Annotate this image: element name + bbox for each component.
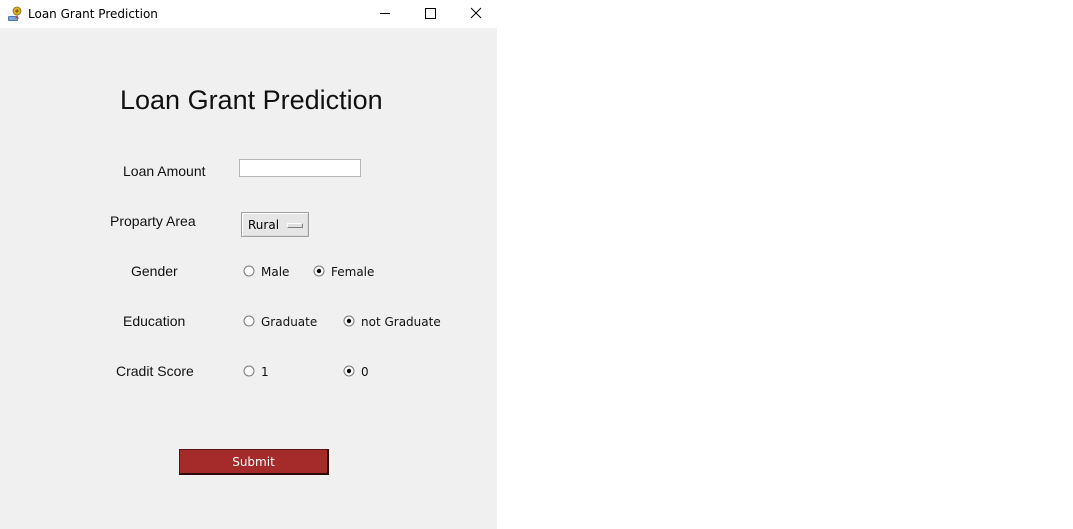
- maximize-button[interactable]: [408, 0, 454, 28]
- app-icon: [6, 5, 24, 23]
- loan-amount-input[interactable]: [239, 159, 361, 177]
- education-radio-graduate[interactable]: [243, 315, 255, 327]
- credit-score-option-0-label[interactable]: 0: [361, 365, 369, 379]
- education-option-graduate-label[interactable]: Graduate: [261, 315, 317, 329]
- gender-radio-female[interactable]: [313, 265, 325, 277]
- credit-score-label: Cradit Score: [116, 363, 194, 379]
- gender-option-female-label[interactable]: Female: [331, 265, 374, 279]
- credit-score-radio-0[interactable]: [343, 365, 355, 377]
- credit-score-radio-1[interactable]: [243, 365, 255, 377]
- maximize-icon: [425, 8, 436, 19]
- credit-score-option-1-label[interactable]: 1: [261, 365, 269, 379]
- minimize-button[interactable]: [362, 0, 408, 28]
- gender-radio-male[interactable]: [243, 265, 255, 277]
- property-area-selected: Rural: [248, 218, 280, 232]
- app-window: Loan Grant Prediction Loan Grant Predict…: [0, 0, 497, 529]
- window-title: Loan Grant Prediction: [28, 7, 158, 21]
- education-option-not-graduate-label[interactable]: not Graduate: [361, 315, 441, 329]
- property-area-dropdown[interactable]: Rural: [241, 212, 309, 237]
- close-button[interactable]: [453, 0, 499, 28]
- education-label: Education: [123, 313, 186, 329]
- property-area-label: Proparty Area: [110, 213, 196, 229]
- page-title: Loan Grant Prediction: [120, 85, 383, 115]
- close-icon: [470, 7, 482, 19]
- education-radio-not-graduate[interactable]: [343, 315, 355, 327]
- dropdown-indicator-icon: [287, 223, 303, 228]
- gender-option-male-label[interactable]: Male: [261, 265, 289, 279]
- title-bar[interactable]: Loan Grant Prediction: [0, 0, 497, 28]
- submit-button[interactable]: Submit: [179, 449, 329, 475]
- minimize-icon: [380, 13, 390, 14]
- loan-amount-label: Loan Amount: [123, 163, 206, 179]
- gender-label: Gender: [131, 263, 178, 279]
